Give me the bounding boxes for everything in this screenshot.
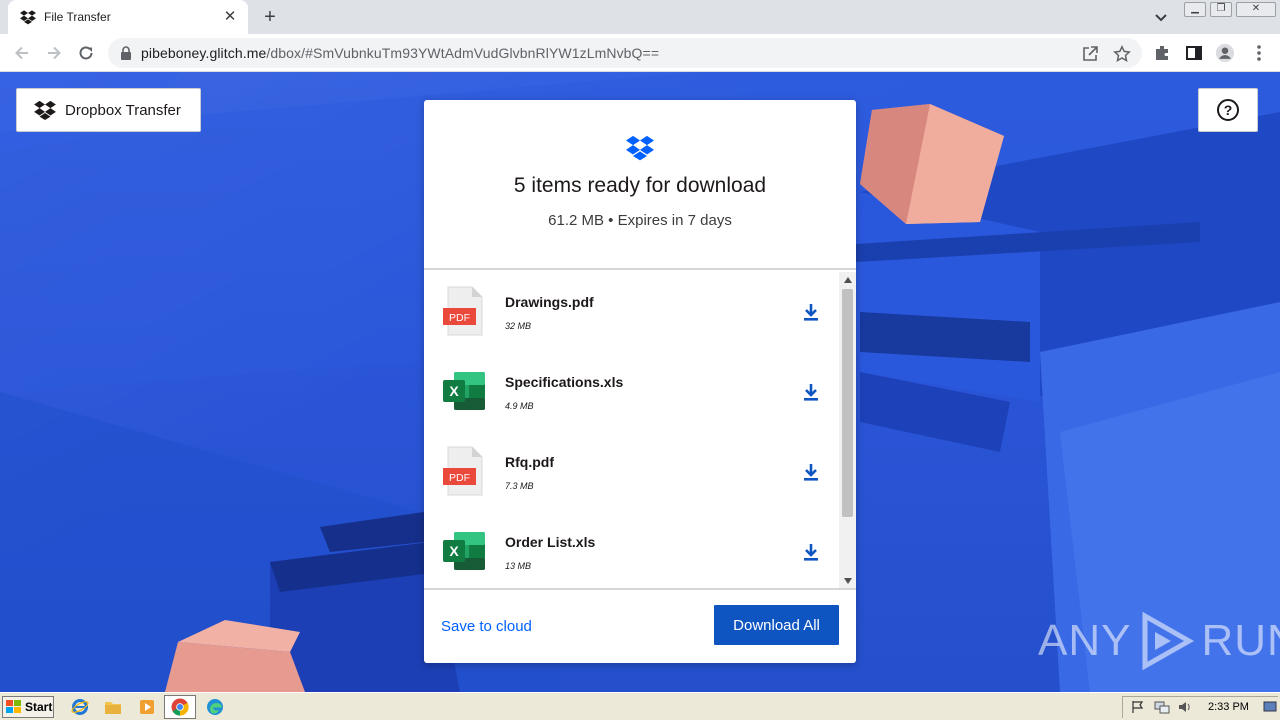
reload-button[interactable] [74,41,98,65]
file-type-badge: PDF [449,312,470,324]
reload-icon [79,46,93,60]
forward-arrow-icon [48,46,61,60]
file-name: Specifications.xls [505,374,624,390]
download-icon[interactable] [800,301,822,323]
network-icon[interactable] [1154,700,1170,714]
card-title: 5 items ready for download [513,174,767,197]
file-name: Order List.xls [505,534,596,550]
volume-icon[interactable] [1178,700,1192,714]
scrollbar-thumb[interactable] [842,289,853,517]
forward-button[interactable] [42,41,66,65]
file-row[interactable]: PDF Rfq.pdf 7.3 MB [424,432,839,512]
file-type-badge: X [449,383,459,399]
edge-icon[interactable] [205,697,225,717]
download-all-button[interactable]: Download All [714,605,839,645]
file-size: 32 MB [505,321,532,331]
help-button[interactable]: ? [1198,88,1258,132]
file-name: Rfq.pdf [505,454,554,470]
tab-search-chevron-icon[interactable] [1152,8,1170,26]
taskbar-clock[interactable]: 2:33 PM [1208,701,1249,713]
show-desktop-icon[interactable] [1263,700,1277,714]
pdf-file-icon: PDF [443,286,483,336]
side-panel-icon[interactable] [1184,43,1204,63]
extensions-icon[interactable] [1152,43,1172,63]
download-icon[interactable] [800,381,822,403]
card-subtitle: 61.2 MB • Expires in 7 days [548,212,732,229]
dropbox-transfer-button[interactable]: Dropbox Transfer [16,88,201,132]
browser-menu-icon[interactable] [1249,43,1269,63]
start-label: Start [25,700,53,714]
tab-title: File Transfer [44,10,111,24]
browser-tab[interactable]: File Transfer ✕ [8,0,248,34]
download-icon[interactable] [800,461,822,483]
file-explorer-icon[interactable] [103,697,123,717]
excel-file-icon: X [443,372,485,410]
brand-label: Dropbox Transfer [65,101,181,119]
dropbox-logo-icon [626,135,654,161]
pdf-file-icon: PDF [443,446,483,496]
save-to-cloud-link[interactable]: Save to cloud [441,618,532,635]
scroll-up-arrow-icon[interactable] [839,272,856,287]
file-type-badge: X [449,543,459,559]
minimize-button[interactable]: ▁ [1184,2,1206,17]
bookmark-star-icon[interactable] [1113,45,1131,63]
start-button[interactable]: Start [2,696,54,718]
profile-avatar-icon[interactable] [1215,43,1235,63]
media-player-icon[interactable] [137,697,157,717]
url-path: /dbox/#SmVubnkuTm93YWtAdmVudGlvbnRlYW1zL… [266,45,660,61]
back-button[interactable] [10,41,34,65]
question-mark-icon: ? [1217,99,1239,121]
download-icon[interactable] [800,541,822,563]
tab-close-icon[interactable]: ✕ [222,9,238,25]
file-size: 13 MB [505,561,532,571]
file-name: Drawings.pdf [505,294,594,310]
url-text[interactable]: pibeboney.glitch.me/dbox/#SmVubnkuTm93YW… [141,45,659,61]
lock-icon[interactable] [120,46,132,60]
action-center-flag-icon[interactable] [1131,700,1145,714]
address-bar[interactable]: pibeboney.glitch.me/dbox/#SmVubnkuTm93YW… [108,38,1142,68]
back-arrow-icon [15,46,28,60]
file-row[interactable]: X Order List.xls 13 MB [424,512,839,588]
dropbox-logo-icon [34,100,56,120]
windows-taskbar: Start 2:33 PM [0,692,1280,720]
file-row[interactable]: PDF Drawings.pdf 32 MB [424,272,839,352]
url-host: pibeboney.glitch.me [141,45,267,61]
anyrun-watermark: ANY RUN [1038,609,1280,673]
internet-explorer-icon[interactable] [70,697,90,717]
file-size: 4.9 MB [505,401,534,411]
file-list: PDF Drawings.pdf 32 MB X Specifications.… [424,272,856,588]
file-list-scrollbar[interactable] [839,272,856,588]
close-window-button[interactable]: ✕ [1236,2,1276,17]
tab-strip: File Transfer ✕ + ▁ ❐ ✕ [0,0,1280,34]
chrome-icon[interactable] [170,697,190,717]
file-size: 7.3 MB [505,481,534,491]
page-viewport: Dropbox Transfer ? 5 items ready for dow… [0,72,1280,692]
dropbox-favicon-icon [20,10,36,25]
play-triangle-icon [1142,611,1195,671]
restore-button[interactable]: ❐ [1210,2,1232,17]
card-footer: Save to cloud Download All [424,588,856,663]
card-header: 5 items ready for download 61.2 MB • Exp… [424,100,856,270]
file-type-badge: PDF [449,472,470,484]
watermark-text-right: RUN [1201,616,1280,665]
new-tab-button[interactable]: + [258,6,282,28]
file-row[interactable]: X Specifications.xls 4.9 MB [424,352,839,432]
system-tray [1122,696,1278,718]
excel-file-icon: X [443,532,485,570]
windows-logo-icon [6,700,21,713]
scroll-down-arrow-icon[interactable] [839,573,856,588]
share-icon[interactable] [1081,45,1099,63]
watermark-text-left: ANY [1038,616,1132,665]
transfer-card: 5 items ready for download 61.2 MB • Exp… [424,100,856,663]
browser-toolbar: pibeboney.glitch.me/dbox/#SmVubnkuTm93YW… [0,34,1280,72]
